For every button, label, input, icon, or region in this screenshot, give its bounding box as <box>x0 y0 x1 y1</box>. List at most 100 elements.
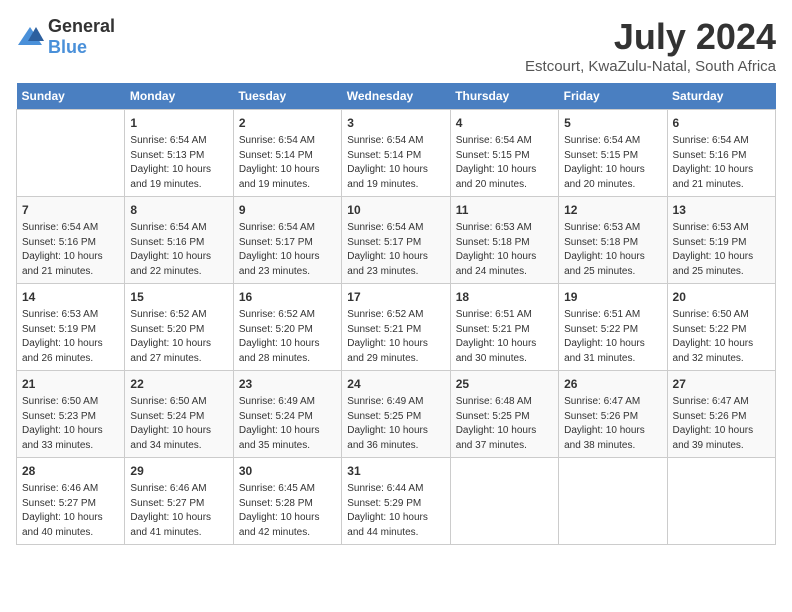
day-info: Sunrise: 6:52 AM Sunset: 5:21 PM Dayligh… <box>347 308 444 366</box>
calendar-cell: 31Sunrise: 6:44 AM Sunset: 5:29 PM Dayli… <box>342 458 450 545</box>
day-number: 15 <box>130 288 227 306</box>
calendar-cell: 6Sunrise: 6:54 AM Sunset: 5:16 PM Daylig… <box>667 110 775 197</box>
day-number: 13 <box>673 201 770 219</box>
calendar-cell: 3 Sunrise: 6:54 AM Sunset: 5:14 PM Daylig… <box>342 110 450 197</box>
calendar-cell: 5 Sunrise: 6:54 AM Sunset: 5:15 PM Daylig… <box>559 110 667 197</box>
day-info: Sunrise: 6:44 AM Sunset: 5:29 PM Dayligh… <box>347 482 444 540</box>
day-number: 19 <box>564 288 661 306</box>
day-info: Sunrise: 6:45 AM Sunset: 5:28 PM Dayligh… <box>239 482 336 540</box>
day-number: 2 <box>239 114 336 132</box>
calendar-cell: 21 Sunrise: 6:50 AM Sunset: 5:23 PM Dayli… <box>17 371 125 458</box>
day-number: 5 <box>564 114 661 132</box>
logo-icon <box>16 25 44 49</box>
day-info: Sunrise: 6:53 AM Sunset: 5:19 PM Dayligh… <box>22 308 119 366</box>
day-info: Sunrise: 6:46 AM Sunset: 5:27 PM Dayligh… <box>22 482 119 540</box>
day-number: 11 <box>456 201 553 219</box>
calendar-cell: 9Sunrise: 6:54 AM Sunset: 5:17 PM Daylig… <box>233 197 341 284</box>
calendar-cell: 23Sunrise: 6:49 AM Sunset: 5:24 PM Dayli… <box>233 371 341 458</box>
calendar-cell: 10 Sunrise: 6:54 AM Sunset: 5:17 PM Dayli… <box>342 197 450 284</box>
day-number: 6 <box>673 114 770 132</box>
day-info: Sunrise: 6:49 AM Sunset: 5:25 PM Dayligh… <box>347 395 444 453</box>
day-info: Sunrise: 6:50 AM Sunset: 5:24 PM Dayligh… <box>130 395 227 453</box>
calendar-cell: 8 Sunrise: 6:54 AM Sunset: 5:16 PM Daylig… <box>125 197 233 284</box>
day-number: 28 <box>22 462 119 480</box>
calendar-cell: 25 Sunrise: 6:48 AM Sunset: 5:25 PM Dayli… <box>450 371 558 458</box>
calendar-cell: 2 Sunrise: 6:54 AM Sunset: 5:14 PM Daylig… <box>233 110 341 197</box>
calendar-cell <box>667 458 775 545</box>
day-number: 30 <box>239 462 336 480</box>
weekday-header-thursday: Thursday <box>450 83 558 110</box>
logo: General Blue <box>16 16 115 58</box>
calendar-cell: 7Sunrise: 6:54 AM Sunset: 5:16 PM Daylig… <box>17 197 125 284</box>
day-number: 1 <box>130 114 227 132</box>
day-number: 8 <box>130 201 227 219</box>
calendar-cell: 29 Sunrise: 6:46 AM Sunset: 5:27 PM Dayli… <box>125 458 233 545</box>
day-info: Sunrise: 6:54 AM Sunset: 5:14 PM Dayligh… <box>347 134 444 192</box>
calendar-table: SundayMondayTuesdayWednesdayThursdayFrid… <box>16 83 776 545</box>
day-number: 10 <box>347 201 444 219</box>
weekday-header-friday: Friday <box>559 83 667 110</box>
weekday-header-wednesday: Wednesday <box>342 83 450 110</box>
calendar-cell: 14Sunrise: 6:53 AM Sunset: 5:19 PM Dayli… <box>17 284 125 371</box>
calendar-cell: 18 Sunrise: 6:51 AM Sunset: 5:21 PM Dayli… <box>450 284 558 371</box>
day-number: 24 <box>347 375 444 393</box>
day-info: Sunrise: 6:49 AM Sunset: 5:24 PM Dayligh… <box>239 395 336 453</box>
day-info: Sunrise: 6:54 AM Sunset: 5:16 PM Dayligh… <box>22 221 119 279</box>
weekday-header-monday: Monday <box>125 83 233 110</box>
calendar-cell: 1 Sunrise: 6:54 AM Sunset: 5:13 PM Daylig… <box>125 110 233 197</box>
day-number: 26 <box>564 375 661 393</box>
day-info: Sunrise: 6:53 AM Sunset: 5:18 PM Dayligh… <box>456 221 553 279</box>
day-info: Sunrise: 6:51 AM Sunset: 5:21 PM Dayligh… <box>456 308 553 366</box>
calendar-week-row: 7Sunrise: 6:54 AM Sunset: 5:16 PM Daylig… <box>17 197 776 284</box>
day-info: Sunrise: 6:46 AM Sunset: 5:27 PM Dayligh… <box>130 482 227 540</box>
weekday-header-saturday: Saturday <box>667 83 775 110</box>
day-info: Sunrise: 6:54 AM Sunset: 5:15 PM Dayligh… <box>564 134 661 192</box>
day-number: 20 <box>673 288 770 306</box>
calendar-cell: 27Sunrise: 6:47 AM Sunset: 5:26 PM Dayli… <box>667 371 775 458</box>
calendar-cell: 15 Sunrise: 6:52 AM Sunset: 5:20 PM Dayli… <box>125 284 233 371</box>
day-info: Sunrise: 6:54 AM Sunset: 5:17 PM Dayligh… <box>347 221 444 279</box>
calendar-cell <box>17 110 125 197</box>
day-number: 18 <box>456 288 553 306</box>
day-info: Sunrise: 6:52 AM Sunset: 5:20 PM Dayligh… <box>239 308 336 366</box>
calendar-week-row: 28 Sunrise: 6:46 AM Sunset: 5:27 PM Dayli… <box>17 458 776 545</box>
day-number: 3 <box>347 114 444 132</box>
day-number: 27 <box>673 375 770 393</box>
page-title: July 2024 <box>525 16 776 58</box>
day-info: Sunrise: 6:50 AM Sunset: 5:22 PM Dayligh… <box>673 308 770 366</box>
calendar-cell: 12Sunrise: 6:53 AM Sunset: 5:18 PM Dayli… <box>559 197 667 284</box>
day-info: Sunrise: 6:54 AM Sunset: 5:13 PM Dayligh… <box>130 134 227 192</box>
calendar-cell: 28 Sunrise: 6:46 AM Sunset: 5:27 PM Dayli… <box>17 458 125 545</box>
weekday-header-tuesday: Tuesday <box>233 83 341 110</box>
calendar-cell: 13Sunrise: 6:53 AM Sunset: 5:19 PM Dayli… <box>667 197 775 284</box>
logo-blue: Blue <box>48 37 87 57</box>
calendar-cell <box>450 458 558 545</box>
calendar-cell: 19 Sunrise: 6:51 AM Sunset: 5:22 PM Dayli… <box>559 284 667 371</box>
day-number: 21 <box>22 375 119 393</box>
day-info: Sunrise: 6:54 AM Sunset: 5:17 PM Dayligh… <box>239 221 336 279</box>
day-info: Sunrise: 6:50 AM Sunset: 5:23 PM Dayligh… <box>22 395 119 453</box>
page-subtitle: Estcourt, KwaZulu-Natal, South Africa <box>525 58 776 75</box>
day-info: Sunrise: 6:52 AM Sunset: 5:20 PM Dayligh… <box>130 308 227 366</box>
page-header: General Blue July 2024 Estcourt, KwaZulu… <box>16 16 776 75</box>
day-info: Sunrise: 6:47 AM Sunset: 5:26 PM Dayligh… <box>564 395 661 453</box>
weekday-header-row: SundayMondayTuesdayWednesdayThursdayFrid… <box>17 83 776 110</box>
day-info: Sunrise: 6:51 AM Sunset: 5:22 PM Dayligh… <box>564 308 661 366</box>
day-number: 16 <box>239 288 336 306</box>
day-info: Sunrise: 6:54 AM Sunset: 5:16 PM Dayligh… <box>130 221 227 279</box>
title-block: July 2024 Estcourt, KwaZulu-Natal, South… <box>525 16 776 75</box>
calendar-cell: 16 Sunrise: 6:52 AM Sunset: 5:20 PM Dayli… <box>233 284 341 371</box>
calendar-week-row: 14Sunrise: 6:53 AM Sunset: 5:19 PM Dayli… <box>17 284 776 371</box>
calendar-cell: 26 Sunrise: 6:47 AM Sunset: 5:26 PM Dayli… <box>559 371 667 458</box>
day-info: Sunrise: 6:48 AM Sunset: 5:25 PM Dayligh… <box>456 395 553 453</box>
calendar-cell: 30 Sunrise: 6:45 AM Sunset: 5:28 PM Dayli… <box>233 458 341 545</box>
calendar-cell: 22Sunrise: 6:50 AM Sunset: 5:24 PM Dayli… <box>125 371 233 458</box>
day-number: 17 <box>347 288 444 306</box>
day-number: 29 <box>130 462 227 480</box>
day-number: 25 <box>456 375 553 393</box>
day-info: Sunrise: 6:54 AM Sunset: 5:14 PM Dayligh… <box>239 134 336 192</box>
calendar-week-row: 21 Sunrise: 6:50 AM Sunset: 5:23 PM Dayli… <box>17 371 776 458</box>
calendar-cell <box>559 458 667 545</box>
weekday-header-sunday: Sunday <box>17 83 125 110</box>
day-info: Sunrise: 6:54 AM Sunset: 5:15 PM Dayligh… <box>456 134 553 192</box>
